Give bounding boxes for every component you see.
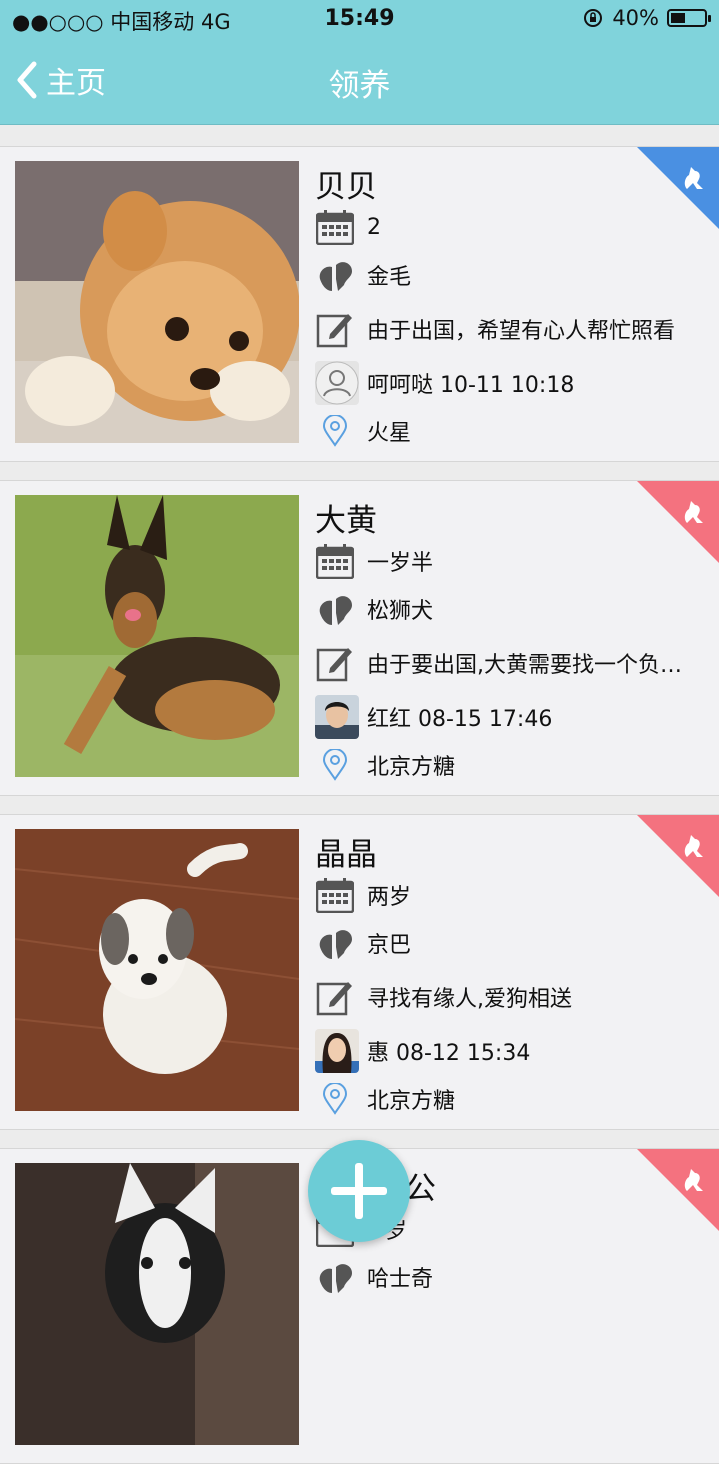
status-right: 40% (582, 6, 711, 30)
pet-breed-row: 京巴 (315, 923, 411, 963)
edit-icon (315, 643, 355, 683)
poster-row: 惠 08-12 15:34 (315, 1029, 530, 1073)
pet-desc-row: 由于出国，希望有心人帮忙照看 (315, 309, 675, 349)
pet-location: 北京方糖 (367, 1089, 456, 1114)
pet-age-row: 两岁 (315, 875, 411, 915)
pet-age: 两岁 (367, 885, 412, 910)
pet-location: 火星 (367, 421, 412, 446)
edit-icon (315, 309, 355, 349)
dog-icon (637, 481, 719, 563)
calendar-icon (315, 875, 355, 915)
pet-photo (15, 161, 299, 443)
pet-photo (15, 495, 299, 777)
avatar (315, 361, 359, 405)
location-row: 北京方糖 (315, 1079, 455, 1119)
pet-breed-row: 哈士奇 (315, 1257, 433, 1297)
location-pin-icon (315, 411, 355, 451)
location-pin-icon (315, 745, 355, 785)
pet-breed: 哈士奇 (367, 1267, 434, 1292)
paw-icon (315, 1257, 355, 1297)
nav-bar: 主页 领养 (0, 40, 719, 125)
pet-card[interactable]: 大黄 一岁半 松狮犬 由于要出国,大黄需要找一个负… 红红 08-15 17:4… (0, 480, 719, 796)
pet-breed: 金毛 (367, 265, 412, 290)
pet-desc: 由于要出国,大黄需要找一个负… (367, 653, 682, 678)
location-pin-icon (315, 1079, 355, 1119)
calendar-icon (315, 207, 355, 247)
paw-icon (315, 923, 355, 963)
pet-name: 晶晶 (315, 837, 377, 873)
rotation-lock-icon (584, 9, 603, 27)
pet-breed-row: 金毛 (315, 255, 411, 295)
dog-icon (637, 1149, 719, 1231)
page-title: 领养 (328, 68, 391, 104)
pet-age: 2 (367, 214, 381, 240)
poster-info: 惠 08-12 15:34 (367, 1041, 531, 1066)
pet-card[interactable]: 晶晶 两岁 京巴 寻找有缘人,爱狗相送 惠 08-12 15:34 北京方糖 (0, 814, 719, 1130)
calendar-icon (315, 541, 355, 581)
pet-breed-row: 松狮犬 (315, 589, 433, 629)
pet-breed: 京巴 (367, 933, 412, 958)
battery-percent: 40% (612, 6, 659, 30)
dog-icon (637, 815, 719, 897)
plus-icon (331, 1163, 387, 1219)
location-row: 火星 (315, 411, 411, 451)
pet-card[interactable]: 贝贝 2 金毛 由于出国，希望有心人帮忙照看 呵呵哒 10-11 10:18 火… (0, 146, 719, 462)
poster-row: 红红 08-15 17:46 (315, 695, 552, 739)
poster-row: 呵呵哒 10-11 10:18 (315, 361, 574, 405)
location-row: 北京方糖 (315, 745, 455, 785)
pet-breed: 松狮犬 (367, 599, 434, 624)
pet-photo (15, 829, 299, 1111)
pet-desc-row: 寻找有缘人,爱狗相送 (315, 977, 572, 1017)
status-bar: ●●○○○ 中国移动 4G 15:49 40% (0, 0, 719, 40)
battery-icon (667, 9, 711, 27)
paw-icon (315, 589, 355, 629)
pet-desc: 由于出国，希望有心人帮忙照看 (367, 319, 676, 344)
pet-photo (15, 1163, 299, 1445)
pet-age: 一岁半 (367, 551, 434, 576)
pet-name: 大黄 (315, 503, 377, 539)
add-button[interactable] (308, 1140, 410, 1242)
pet-age-row: 2 (315, 207, 381, 247)
avatar (315, 695, 359, 739)
poster-info: 呵呵哒 10-11 10:18 (367, 373, 575, 398)
pet-name: 贝贝 (315, 169, 377, 205)
pet-age-row: 一岁半 (315, 541, 433, 581)
avatar (315, 1029, 359, 1073)
pet-desc-row: 由于要出国,大黄需要找一个负… (315, 643, 682, 683)
poster-info: 红红 08-15 17:46 (367, 707, 553, 732)
paw-icon (315, 255, 355, 295)
pet-desc: 寻找有缘人,爱狗相送 (367, 987, 572, 1012)
dog-icon (637, 147, 719, 229)
pet-location: 北京方糖 (367, 755, 456, 780)
edit-icon (315, 977, 355, 1017)
